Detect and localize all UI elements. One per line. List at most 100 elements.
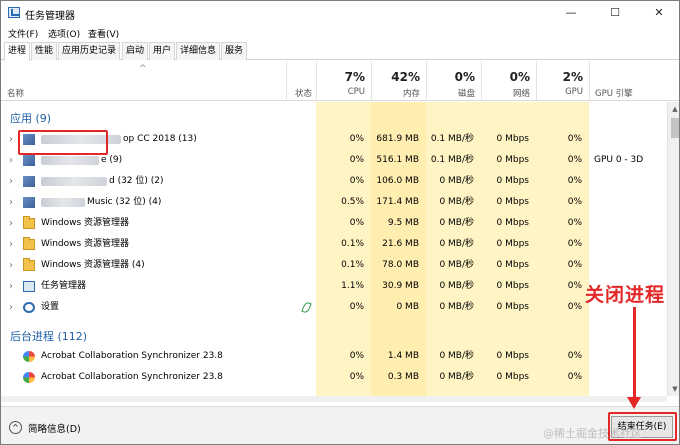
disk-cell: 0 MB/秒 xyxy=(439,351,474,361)
col-gpu-engine[interactable]: GPU 引擎 xyxy=(589,61,667,101)
tab-performance[interactable]: 性能 xyxy=(31,42,58,60)
gpu-engine-cell xyxy=(589,255,667,276)
expand-chevron-icon[interactable]: › xyxy=(9,297,13,318)
tab-strip: 进程 性能 应用历史记录 启动 用户 详细信息 服务 xyxy=(1,42,679,61)
blurred-app-icon xyxy=(23,176,35,187)
annotation-arrow-head xyxy=(627,397,641,409)
app-row[interactable]: › Windows 资源管理器 0.1% 21.6 MB 0 MB/秒 0 Mbps 0% xyxy=(1,234,667,255)
mem-cell: 0 MB xyxy=(396,302,419,312)
maximize-button[interactable]: ☐ xyxy=(593,1,637,25)
process-name: Windows 资源管理器 (4) xyxy=(41,260,145,270)
net-cell: 0 Mbps xyxy=(496,302,529,312)
gpu-cell: 0% xyxy=(567,260,582,270)
tab-app-history[interactable]: 应用历史记录 xyxy=(58,42,121,60)
net-cell: 0 Mbps xyxy=(496,281,529,291)
app-row[interactable]: › Music (32 位) (4) 0.5% 171.4 MB 0 MB/秒 0 Mbp… xyxy=(1,192,667,213)
net-cell: 0 Mbps xyxy=(496,372,529,382)
disk-cell: 0 MB/秒 xyxy=(439,239,474,249)
cpu-cell: 0.1% xyxy=(341,260,364,270)
menu-file[interactable]: 文件(F) xyxy=(8,27,38,40)
close-button[interactable]: ✕ xyxy=(637,1,679,25)
folder-icon xyxy=(23,237,35,250)
background-process-row[interactable]: Acrobat Collaboration Synchronizer 23.8 0… xyxy=(1,367,667,388)
group-apps: 应用 (9) xyxy=(10,112,52,125)
gpu-cell: 0% xyxy=(567,281,582,291)
acrobat-icon xyxy=(23,372,35,383)
col-gpu[interactable]: 2% GPU xyxy=(536,61,589,101)
horizontal-scrollbar[interactable] xyxy=(1,396,667,402)
expand-chevron-icon[interactable]: › xyxy=(9,276,13,297)
column-header: ^ 名称 状态 7% CPU 42% 内存 0% 磁盘 0% 网络 2% GPU… xyxy=(1,61,679,101)
app-row[interactable]: › d (32 位) (2) 0% 106.0 MB 0 MB/秒 0 Mbps 0% xyxy=(1,171,667,192)
col-status[interactable]: 状态 xyxy=(286,61,316,101)
process-name: 设置 xyxy=(41,302,60,312)
mem-cell: 30.9 MB xyxy=(382,281,419,291)
tab-details[interactable]: 详细信息 xyxy=(176,42,221,60)
col-memory[interactable]: 42% 内存 xyxy=(371,61,426,101)
expand-chevron-icon[interactable]: › xyxy=(9,150,13,171)
gpu-cell: 0% xyxy=(567,176,582,186)
expand-chevron-icon[interactable]: › xyxy=(9,171,13,192)
col-name[interactable]: 名称 xyxy=(7,87,24,99)
fewer-details-link[interactable]: 简略信息(D) xyxy=(28,421,81,435)
gpu-cell: 0% xyxy=(567,372,582,382)
process-name: Music (32 位) (4) xyxy=(87,197,162,207)
mem-cell: 21.6 MB xyxy=(382,239,419,249)
expand-chevron-icon[interactable]: › xyxy=(9,234,13,255)
menu-options[interactable]: 选项(O) xyxy=(48,27,80,40)
scroll-down-icon[interactable]: ▼ xyxy=(668,382,679,396)
gpu-cell: 0% xyxy=(567,197,582,207)
cpu-cell: 0% xyxy=(349,372,364,382)
app-row[interactable]: › 设置 0% 0 MB 0 MB/秒 0 Mbps 0% xyxy=(1,297,667,318)
redacted-name xyxy=(41,177,107,186)
col-disk[interactable]: 0% 磁盘 xyxy=(426,61,481,101)
expand-chevron-icon[interactable]: › xyxy=(9,192,13,213)
disk-cell: 0 MB/秒 xyxy=(439,372,474,382)
col-network[interactable]: 0% 网络 xyxy=(481,61,536,101)
disk-cell: 0.1 MB/秒 xyxy=(430,134,474,144)
expand-chevron-icon[interactable]: › xyxy=(9,213,13,234)
gpu-engine-cell xyxy=(589,171,667,192)
disk-cell: 0 MB/秒 xyxy=(439,260,474,270)
tab-startup[interactable]: 启动 xyxy=(122,42,149,60)
minimize-button[interactable]: — xyxy=(549,1,593,25)
suspended-leaf-icon xyxy=(301,301,312,314)
cpu-cell: 0% xyxy=(349,351,364,361)
gpu-engine-cell xyxy=(589,367,667,388)
app-row[interactable]: › 任务管理器 1.1% 30.9 MB 0 MB/秒 0 Mbps 0% xyxy=(1,276,667,297)
scroll-thumb[interactable] xyxy=(671,118,679,138)
background-process-row[interactable]: Acrobat Collaboration Synchronizer 23.8 0… xyxy=(1,346,667,367)
net-cell: 0 Mbps xyxy=(496,134,529,144)
tab-users[interactable]: 用户 xyxy=(149,42,176,60)
process-name: Windows 资源管理器 xyxy=(41,218,130,228)
expand-chevron-icon[interactable]: › xyxy=(9,255,13,276)
expand-chevron-icon[interactable]: › xyxy=(9,129,13,150)
mem-cell: 0.3 MB xyxy=(387,372,419,382)
app-row[interactable]: › Windows 资源管理器 (4) 0.1% 78.0 MB 0 MB/秒 0 Mbp… xyxy=(1,255,667,276)
folder-icon xyxy=(23,216,35,229)
collapse-up-icon[interactable]: ^ xyxy=(9,421,22,434)
scroll-up-icon[interactable]: ▲ xyxy=(668,102,679,116)
tab-processes[interactable]: 进程 xyxy=(4,42,31,61)
group-background: 后台进程 (112) xyxy=(10,330,88,343)
gpu-engine-cell xyxy=(589,234,667,255)
mem-cell: 1.4 MB xyxy=(387,351,419,361)
disk-cell: 0.1 MB/秒 xyxy=(430,155,474,165)
disk-cell: 0 MB/秒 xyxy=(439,197,474,207)
menu-view[interactable]: 查看(V) xyxy=(88,27,119,40)
mem-cell: 106.0 MB xyxy=(376,176,419,186)
mem-cell: 9.5 MB xyxy=(387,218,419,228)
app-row[interactable]: › Windows 资源管理器 0% 9.5 MB 0 MB/秒 0 Mbps 0% xyxy=(1,213,667,234)
disk-cell: 0 MB/秒 xyxy=(439,218,474,228)
highlight-box-app xyxy=(18,130,108,155)
process-name: Acrobat Collaboration Synchronizer 23.8 xyxy=(41,351,223,361)
vertical-scrollbar[interactable]: ▲ ▼ xyxy=(667,102,679,396)
mem-cell: 171.4 MB xyxy=(376,197,419,207)
gpu-cell: 0% xyxy=(567,155,582,165)
col-cpu[interactable]: 7% CPU xyxy=(316,61,371,101)
gpu-cell: 0% xyxy=(567,351,582,361)
tab-services[interactable]: 服务 xyxy=(221,42,248,60)
task-manager-window: 任务管理器 — ☐ ✕ 文件(F) 选项(O) 查看(V) 进程 性能 应用历史… xyxy=(0,0,680,445)
cpu-cell: 0.1% xyxy=(341,239,364,249)
gpu-engine-cell xyxy=(589,213,667,234)
